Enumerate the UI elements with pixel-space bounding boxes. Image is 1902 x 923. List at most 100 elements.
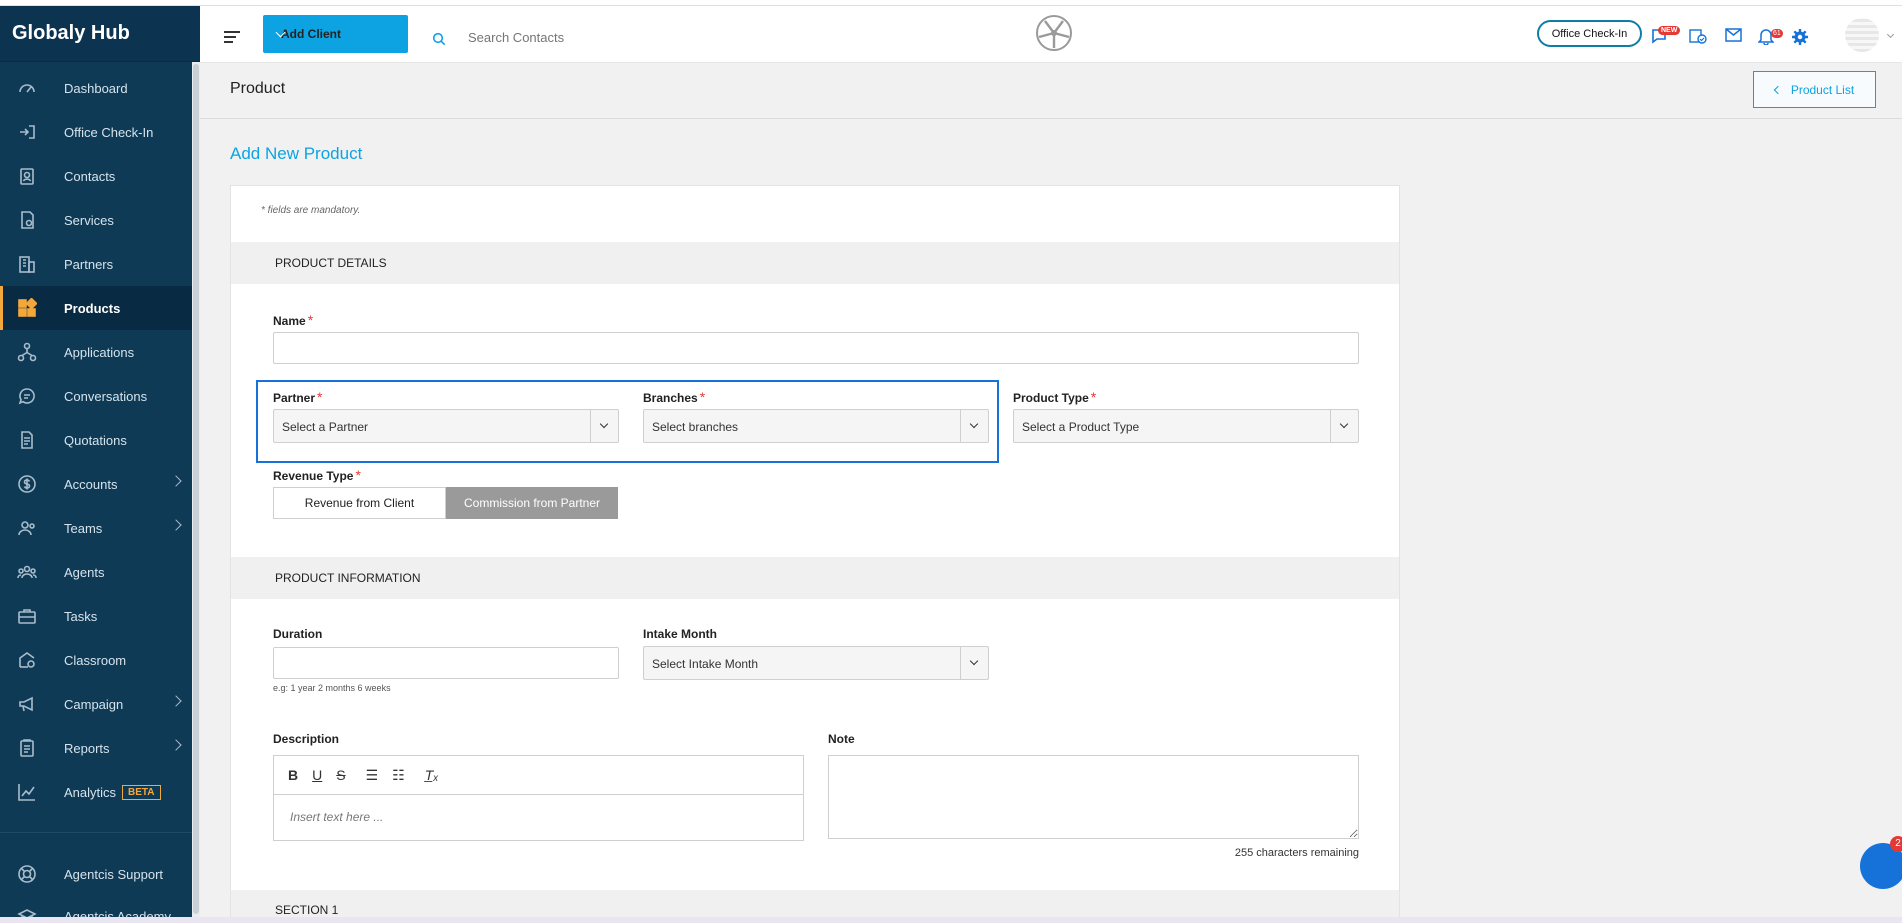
building-icon (16, 254, 38, 274)
chevron-down-icon[interactable] (1886, 30, 1895, 39)
sidebar-item-partners[interactable]: Partners (0, 242, 192, 286)
bottom-edge (0, 917, 1902, 923)
product-type-select[interactable]: Select a Product Type (1013, 409, 1359, 443)
task-check-icon[interactable] (1689, 28, 1707, 44)
name-label: Name * (273, 312, 313, 328)
sidebar-item-quotations[interactable]: Quotations (0, 418, 192, 462)
sidebar-item-label: Conversations (64, 388, 148, 404)
name-input[interactable] (273, 332, 1359, 364)
chevron-right-icon (170, 695, 182, 707)
editor-toolbar: B U S ☰ ☷ T̲ₓ (274, 756, 803, 795)
section-title: PRODUCT DETAILS (275, 256, 387, 270)
chat-icon (16, 386, 38, 406)
sidebar-scrollbar-thumb[interactable] (193, 64, 199, 914)
flow-icon (16, 342, 38, 362)
avatar[interactable] (1845, 18, 1879, 52)
branches-select[interactable]: Select branches (643, 409, 989, 443)
chevron-down-icon[interactable] (960, 647, 988, 679)
product-type-select-value: Select a Product Type (1022, 420, 1140, 434)
agents-icon (16, 562, 38, 582)
products-grid-icon (16, 298, 38, 318)
intake-month-select-value: Select Intake Month (652, 657, 759, 671)
sidebar-item-tasks[interactable]: Tasks (0, 594, 192, 638)
partner-label-text: Partner (273, 391, 316, 405)
sidebar-item-contacts[interactable]: Contacts (0, 154, 192, 198)
sidebar-item-reports[interactable]: Reports (0, 726, 192, 770)
sidebar-item-label: Services (64, 212, 114, 228)
ordered-list-icon[interactable]: ☰ (366, 767, 379, 784)
sidebar-item-applications[interactable]: Applications (0, 330, 192, 374)
sidebar-item-dashboard[interactable]: Dashboard (0, 66, 192, 110)
sidebar-item-analytics[interactable]: Analytics BETA (0, 770, 192, 814)
mail-icon[interactable] (1725, 28, 1742, 42)
checkin-icon (16, 122, 38, 142)
revenue-from-client-option[interactable]: Revenue from Client (273, 487, 446, 519)
sidebar-item-label: Accounts (64, 476, 118, 492)
page-header: Product Product List (200, 63, 1902, 119)
partner-select[interactable]: Select a Partner (273, 409, 619, 443)
sidebar-divider (0, 832, 192, 833)
product-list-button[interactable]: Product List (1753, 71, 1876, 108)
required-asterisk: * (355, 467, 361, 483)
chevron-down-icon[interactable] (1330, 410, 1358, 442)
intake-month-select[interactable]: Select Intake Month (643, 646, 989, 680)
add-client-button[interactable]: Add Client (263, 15, 408, 53)
description-editor[interactable]: B U S ☰ ☷ T̲ₓ Insert text here ... (273, 755, 804, 841)
sidebar-nav: Dashboard Office Check-In Contacts Servi… (0, 66, 192, 814)
menu-toggle-icon[interactable] (224, 31, 240, 46)
page-title: Product (230, 80, 286, 97)
sidebar-item-label: Agents (64, 564, 105, 580)
sidebar-item-label: Quotations (64, 432, 127, 448)
app-frame: Globaly Hub Dashboard Office Check-In Co… (0, 0, 1902, 923)
underline-icon[interactable]: U (312, 767, 322, 783)
sidebar-item-label: Contacts (64, 168, 116, 184)
sidebar-item-label: Office Check-In (64, 124, 154, 140)
sidebar-item-office-checkin[interactable]: Office Check-In (0, 110, 192, 154)
duration-input[interactable] (273, 647, 619, 679)
gear-icon[interactable] (1791, 28, 1809, 46)
beta-badge: BETA (122, 784, 161, 800)
briefcase-icon (16, 606, 38, 626)
chevron-down-icon[interactable] (590, 410, 618, 442)
bold-icon[interactable]: B (288, 767, 298, 783)
clear-format-icon[interactable]: T̲ₓ (425, 767, 439, 783)
required-asterisk: * (1090, 389, 1097, 405)
sidebar-bottom-nav: Agentcis Support Agentcis Academy (0, 852, 192, 923)
company-logo-icon (1036, 15, 1072, 51)
top-bar: Add Client Office Check-In NEW 61 (200, 6, 1902, 63)
required-asterisk: * (317, 389, 323, 405)
branches-select-value: Select branches (652, 420, 739, 434)
revenue-type-toggle: Revenue from Client Commission from Part… (273, 487, 618, 519)
chevron-down-icon[interactable] (960, 410, 988, 442)
sidebar-item-services[interactable]: Services (0, 198, 192, 242)
sidebar-item-accounts[interactable]: Accounts (0, 462, 192, 506)
sidebar-item-label: Products (64, 300, 121, 316)
revenue-type-label-text: Revenue Type (273, 469, 354, 483)
sidebar-item-label: Agentcis Support (64, 866, 164, 882)
brand-logo[interactable]: Globaly Hub (0, 6, 200, 62)
sidebar-item-teams[interactable]: Teams (0, 506, 192, 550)
section-product-information: PRODUCT INFORMATION (231, 557, 1399, 599)
branches-label-text: Branches (643, 391, 698, 405)
strikethrough-icon[interactable]: S (336, 767, 345, 783)
sidebar-item-conversations[interactable]: Conversations (0, 374, 192, 418)
sidebar-item-classroom[interactable]: Classroom (0, 638, 192, 682)
megaphone-icon (16, 694, 38, 714)
search-input[interactable] (468, 30, 668, 45)
bullet-list-icon[interactable]: ☷ (392, 767, 405, 784)
sidebar-item-agentcis-support[interactable]: Agentcis Support (0, 852, 192, 896)
note-textarea[interactable] (828, 755, 1359, 839)
document-icon (16, 430, 38, 450)
sidebar-item-campaign[interactable]: Campaign (0, 682, 192, 726)
description-placeholder: Insert text here ... (290, 810, 384, 824)
sidebar-item-agents[interactable]: Agents (0, 550, 192, 594)
duration-hint: e.g: 1 year 2 months 6 weeks (273, 683, 391, 693)
note-label: Note (828, 732, 855, 746)
sidebar-item-products[interactable]: Products (0, 286, 192, 330)
required-asterisk: * (699, 389, 706, 405)
commission-from-partner-option[interactable]: Commission from Partner (446, 487, 618, 519)
office-checkin-button[interactable]: Office Check-In (1537, 20, 1642, 47)
chevron-right-icon (170, 475, 182, 487)
description-label: Description (273, 732, 340, 746)
revenue-type-label: Revenue Type * (273, 467, 361, 483)
